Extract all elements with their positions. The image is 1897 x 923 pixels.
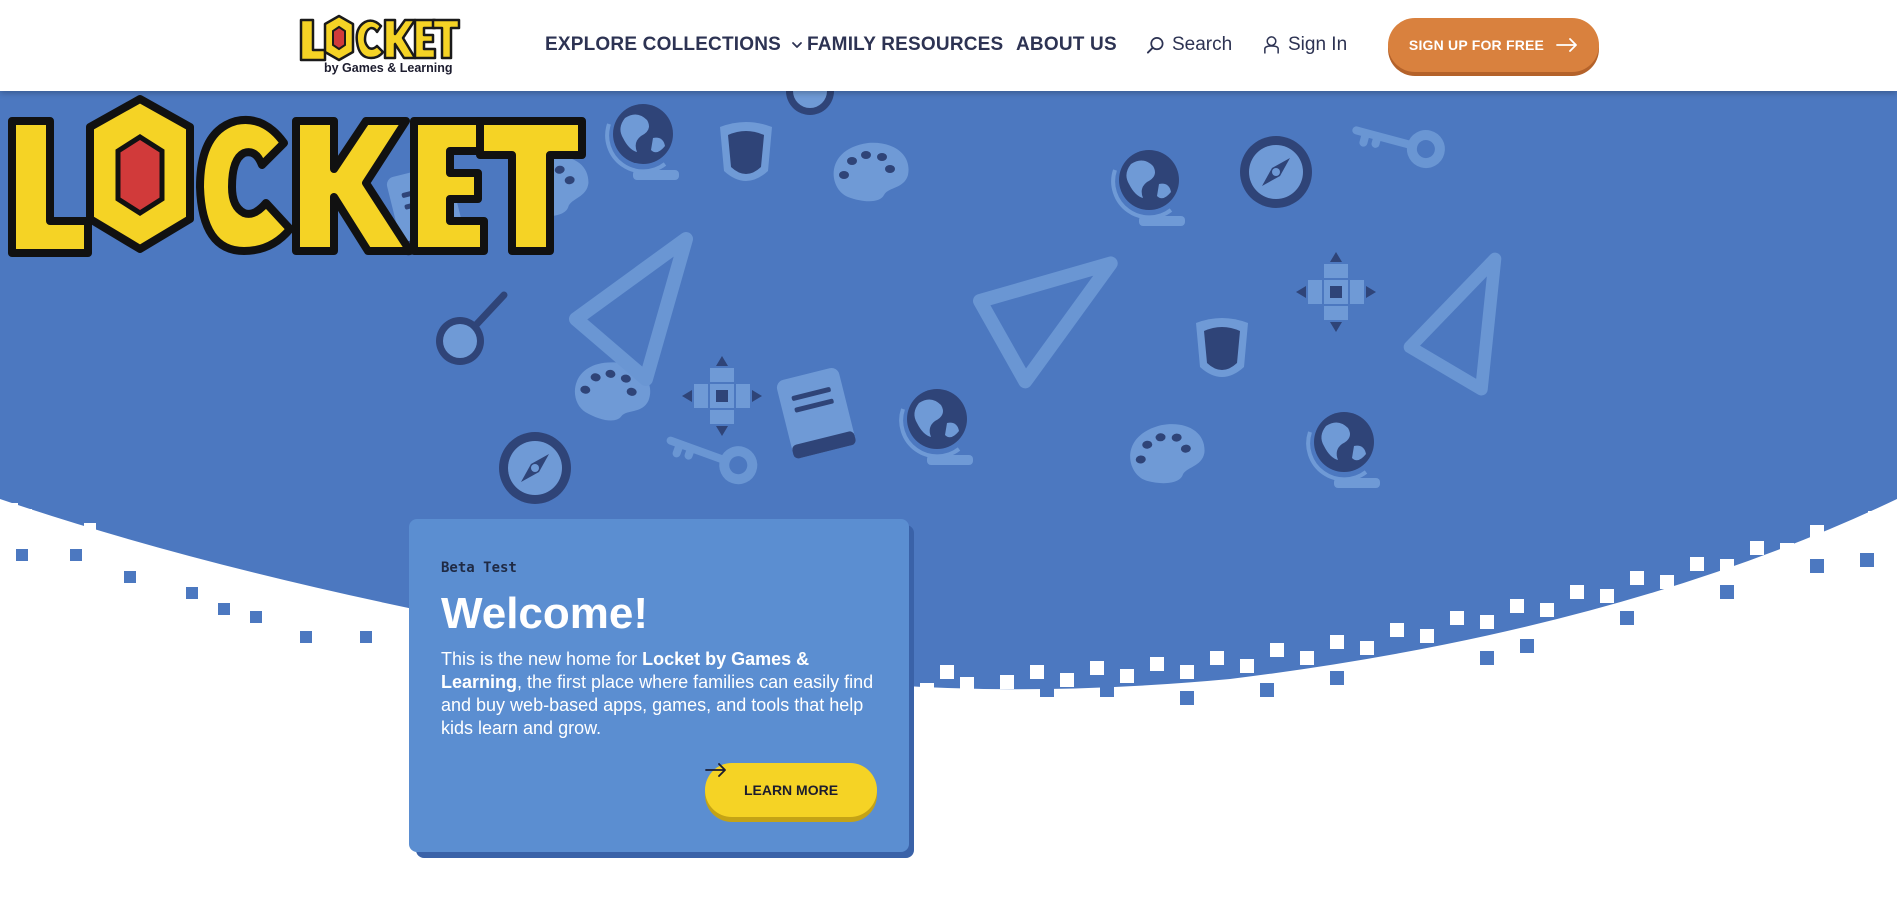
chevron-down-icon bbox=[792, 42, 802, 48]
nav-family-resources[interactable]: FAMILY RESOURCES bbox=[807, 32, 1003, 58]
logo-tagline: by Games & Learning bbox=[324, 61, 453, 75]
arrow-right-icon bbox=[1556, 38, 1577, 52]
search-link[interactable]: Search bbox=[1146, 32, 1232, 58]
compass-icon bbox=[499, 432, 571, 504]
shield-icon bbox=[1196, 318, 1248, 377]
sign-up-label: SIGN UP FOR FREE bbox=[1408, 37, 1545, 53]
sign-up-button[interactable]: SIGN UP FOR FREE bbox=[1388, 18, 1599, 72]
welcome-heading: Welcome! bbox=[441, 589, 649, 638]
sign-in-link[interactable]: Sign In bbox=[1262, 32, 1347, 58]
hero-locket-logo bbox=[8, 95, 586, 257]
welcome-description: This is the new home for Locket by Games… bbox=[441, 648, 881, 740]
arrow-right-icon bbox=[705, 763, 726, 777]
search-label: Search bbox=[1172, 34, 1233, 55]
welcome-card: Beta Test Welcome! This is the new home … bbox=[409, 519, 909, 852]
learn-more-button[interactable]: LEARN MORE bbox=[705, 763, 877, 817]
nav-about-label: ABOUT US bbox=[1016, 34, 1117, 55]
description-start: This is the new home for bbox=[441, 649, 643, 669]
locket-logo-mark bbox=[299, 14, 461, 62]
nav-about-us[interactable]: ABOUT US bbox=[1016, 32, 1117, 58]
sign-in-label: Sign In bbox=[1288, 34, 1348, 55]
hero-section: Beta Test Welcome! This is the new home … bbox=[0, 91, 1897, 923]
site-header: by Games & Learning EXPLORE COLLECTIONS … bbox=[0, 0, 1897, 91]
nav-family-label: FAMILY RESOURCES bbox=[807, 34, 1004, 55]
nav-explore-collections[interactable]: EXPLORE COLLECTIONS bbox=[545, 32, 803, 58]
compass-icon bbox=[1240, 136, 1312, 208]
user-icon bbox=[1264, 36, 1279, 54]
nav-explore-label: EXPLORE COLLECTIONS bbox=[545, 34, 782, 55]
shield-icon bbox=[720, 122, 772, 181]
learn-more-label: LEARN MORE bbox=[743, 782, 839, 798]
beta-test-label: Beta Test bbox=[441, 560, 517, 576]
locket-logo[interactable]: by Games & Learning bbox=[297, 14, 462, 78]
search-icon bbox=[1146, 37, 1164, 54]
